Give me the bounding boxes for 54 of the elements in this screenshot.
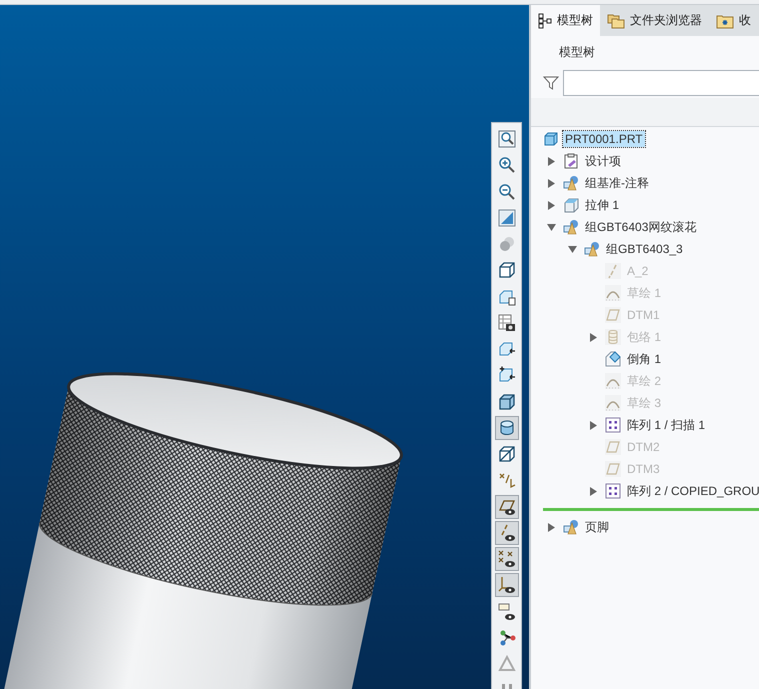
cube-arrow-icon	[498, 340, 516, 358]
tree-item-label[interactable]: PRT0001.PRT	[563, 131, 645, 147]
tree-item-label[interactable]: 拉伸 1	[583, 196, 622, 214]
points-icon	[498, 471, 516, 490]
panel-tab[interactable]: 模型树	[531, 5, 600, 36]
plane-eye-button[interactable]	[494, 494, 518, 518]
expand-arrow-icon[interactable]	[589, 332, 598, 342]
glass-cube-icon	[498, 392, 516, 410]
cube-plus-icon	[498, 366, 516, 384]
tree-item-label[interactable]: 组GBT6403网纹滚花	[583, 218, 698, 236]
cube-doc-icon	[498, 288, 516, 306]
cube-slash-icon	[498, 445, 516, 463]
expand-arrow-icon[interactable]	[589, 420, 598, 430]
tree-item-label[interactable]: 组GBT6403_3	[604, 240, 685, 258]
plane-eye-icon	[498, 498, 516, 516]
folders-icon	[607, 12, 625, 28]
tree-item-label[interactable]: 阵列 1 / 扫描 1	[625, 416, 708, 434]
spheres-icon	[498, 235, 516, 253]
cube-icon	[498, 261, 516, 280]
expand-arrow-icon[interactable]	[547, 200, 556, 210]
csys-eye-button[interactable]	[494, 573, 518, 598]
point-eye-button[interactable]	[494, 547, 518, 571]
cylinder-icon	[498, 418, 516, 437]
expand-arrow-icon[interactable]	[547, 178, 556, 188]
collapse-arrow-icon[interactable]	[568, 244, 577, 254]
expand-arrow-icon[interactable]	[547, 522, 556, 532]
part-icon	[543, 131, 559, 147]
zoom-out-icon	[498, 182, 516, 200]
zoom-in-icon	[498, 156, 516, 174]
panel-title: 模型树	[558, 44, 596, 61]
axis-eye-button[interactable]	[494, 520, 518, 545]
tree-icon	[538, 12, 552, 28]
expand-arrow-icon[interactable]	[547, 156, 556, 166]
filter-field[interactable]	[563, 70, 759, 96]
tree-item-label[interactable]: 阵列 2 / COPIED_GROU	[625, 482, 759, 500]
panel-tab[interactable]: 文件夹浏览器	[600, 5, 709, 36]
cylinder-button[interactable]	[494, 416, 518, 440]
tree-item-label[interactable]: 倒角 1	[625, 350, 664, 368]
note-eye-icon	[498, 602, 516, 620]
tree-item-label[interactable]: 组基准-注释	[583, 174, 651, 192]
table-camera-icon	[498, 314, 516, 332]
zoom-fit-icon	[498, 130, 516, 148]
point-eye-icon	[498, 550, 516, 568]
tree-item-label[interactable]: 页脚	[583, 518, 611, 536]
csys-eye-icon	[498, 576, 516, 594]
triangle-icon	[498, 655, 516, 673]
filter-icon[interactable]	[543, 75, 559, 91]
nodes-icon	[498, 628, 516, 647]
panel-tab[interactable]: 收	[709, 5, 758, 36]
collapse-arrow-icon[interactable]	[547, 222, 556, 232]
tree-item-label[interactable]: 设计项	[583, 152, 623, 170]
repaint-icon	[498, 208, 516, 227]
expand-arrow-icon[interactable]	[589, 486, 598, 496]
folder-star-icon	[716, 12, 734, 28]
